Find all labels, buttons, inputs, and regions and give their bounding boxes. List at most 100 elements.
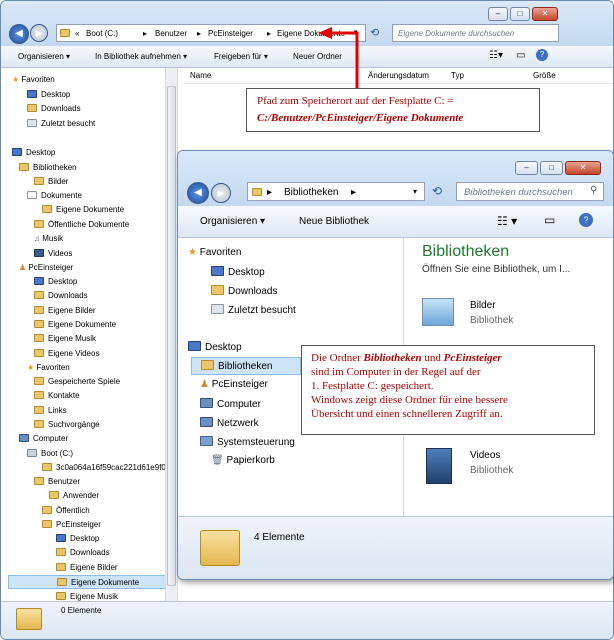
address-bar[interactable]: ▸ Bibliotheken ▸ ▾	[247, 182, 425, 201]
close-button[interactable]: ✕	[565, 161, 601, 175]
column-date[interactable]: Änderungsdatum	[368, 71, 429, 80]
links-icon	[34, 406, 44, 414]
videos-library-icon[interactable]	[426, 448, 452, 484]
folder-icon	[49, 491, 59, 499]
dropdown-icon[interactable]: ▾	[413, 187, 417, 196]
pictures-icon	[34, 177, 44, 185]
downloads-icon	[34, 291, 44, 299]
tree-item[interactable]: Downloads	[34, 291, 88, 300]
maximize-button[interactable]: □	[540, 161, 563, 175]
tree-desktop-root[interactable]: Desktop	[12, 148, 55, 157]
scrollbar-thumb[interactable]	[167, 86, 176, 586]
folder-icon	[60, 29, 70, 37]
tree-recent[interactable]: Zuletzt besucht	[27, 119, 95, 128]
tree-item[interactable]: Links	[34, 406, 67, 415]
share-button[interactable]: Freigeben für ▾	[214, 52, 268, 61]
tree-favoriten[interactable]: ★ Favoriten	[12, 75, 55, 84]
help-icon[interactable]: ?	[579, 213, 593, 227]
tree-item[interactable]: Öffentlich	[42, 506, 90, 515]
tree-item[interactable]: 3c0a064a16f59cac221d61e9f0	[42, 463, 166, 472]
minimize-button[interactable]: –	[515, 161, 538, 175]
tree-computer[interactable]: Computer	[200, 398, 261, 410]
pictures-library-icon[interactable]	[422, 298, 454, 326]
column-size[interactable]: Größe	[533, 71, 556, 80]
tree-label: Desktop	[205, 342, 242, 353]
crumb-benutzer[interactable]: Benutzer	[155, 29, 187, 38]
tree-item[interactable]: Eigene Dokumente	[34, 320, 116, 329]
annotation-text: Die Ordner	[311, 352, 364, 364]
tree-item[interactable]: Anwender	[49, 491, 99, 500]
tree-item[interactable]: Kontakte	[34, 391, 80, 400]
user-icon: ♟	[19, 263, 27, 272]
tree-item[interactable]: Suchvorgänge	[34, 420, 100, 429]
refresh-icon[interactable]: ⟲	[370, 26, 379, 39]
tree-scrollbar[interactable]	[165, 68, 177, 601]
tree-item[interactable]: ★ Favoriten	[27, 363, 70, 372]
tree-network[interactable]: Netzwerk	[200, 417, 259, 429]
help-icon[interactable]: ?	[536, 49, 548, 61]
forward-nav-button[interactable]: ▶	[211, 183, 231, 203]
tree-computer[interactable]: Computer	[19, 434, 68, 443]
search-input[interactable]: Eigene Dokumente durchsuchen	[392, 24, 559, 42]
tree-item[interactable]: Eigene Bilder	[56, 563, 118, 572]
preview-pane-icon[interactable]: ▭	[516, 50, 525, 61]
tree-benutzer[interactable]: Benutzer	[34, 477, 80, 486]
tree-videos[interactable]: Videos	[34, 249, 72, 258]
tree-item[interactable]: Downloads	[56, 548, 110, 557]
tree-item[interactable]: Eigene Bilder	[34, 306, 96, 315]
tree-item[interactable]: Eigene Videos	[34, 349, 99, 358]
tree-bilder[interactable]: Bilder	[34, 177, 68, 186]
tree-label: Eigene Bilder	[48, 306, 96, 315]
view-icon[interactable]: ☷ ▾	[497, 214, 517, 228]
add-to-library-button[interactable]: In Bibliothek aufnehmen ▾	[95, 52, 187, 61]
tree-selected-libraries[interactable]: Bibliotheken	[191, 357, 301, 375]
tree-desktop[interactable]: Desktop	[211, 266, 265, 278]
crumb-boot[interactable]: Boot (C:)	[86, 29, 118, 38]
close-button[interactable]: ✕	[532, 7, 558, 21]
tree-item[interactable]: Gespeicherte Spiele	[34, 377, 120, 386]
column-name[interactable]: Name	[190, 71, 211, 80]
tree-pceinsteiger[interactable]: ♟ PcEinsteiger	[200, 379, 268, 390]
back-nav-button[interactable]: ◀	[9, 24, 29, 44]
crumb-pceinsteiger[interactable]: PcEinsteiger	[208, 29, 253, 38]
organize-button[interactable]: Organisieren ▾	[18, 52, 70, 61]
tree-libraries[interactable]: Bibliotheken	[19, 163, 77, 172]
tree-desktop-root[interactable]: Desktop	[188, 341, 242, 353]
tree-boot-drive[interactable]: Boot (C:)	[27, 449, 73, 458]
column-type[interactable]: Typ	[451, 71, 464, 80]
crumb-libraries[interactable]: Bibliotheken	[284, 187, 338, 198]
view-icon[interactable]: ☷▾	[489, 50, 503, 61]
tree-public-documents[interactable]: Öffentliche Dokumente	[34, 220, 129, 229]
tree-favoriten[interactable]: ★ Favoriten	[188, 247, 241, 258]
tree-musik[interactable]: ♫ Musik	[34, 234, 63, 243]
search-input[interactable]: Bibliotheken durchsuchen ⚲	[456, 182, 604, 201]
back-nav-button[interactable]: ◀	[187, 182, 209, 204]
preview-pane-icon[interactable]: ▭	[544, 213, 555, 227]
tree-item[interactable]: Desktop	[56, 534, 99, 543]
maximize-button[interactable]: □	[510, 7, 530, 21]
new-library-button[interactable]: Neue Bibliothek	[299, 216, 369, 227]
forward-nav-button[interactable]: ▶	[30, 24, 48, 42]
tree-desktop[interactable]: Desktop	[27, 90, 70, 99]
organize-button[interactable]: Organisieren ▾	[200, 216, 265, 227]
tree-item[interactable]: Eigene Musik	[34, 334, 96, 343]
tree-control-panel[interactable]: Systemsteuerung	[200, 436, 295, 448]
tree-eigene-dokumente[interactable]: Eigene Dokumente	[42, 205, 124, 214]
minimize-button[interactable]: –	[488, 7, 508, 21]
tree-label: Eigene Dokumente	[56, 205, 125, 214]
tree-item[interactable]: PcEinsteiger	[42, 520, 101, 529]
library-item-name[interactable]: Videos	[470, 450, 500, 461]
tree-recent[interactable]: Zuletzt besucht	[211, 304, 296, 316]
library-item-name[interactable]: Bilder	[470, 300, 496, 311]
address-overflow[interactable]: «	[75, 29, 79, 38]
tree-downloads[interactable]: Downloads	[211, 285, 277, 297]
tree-label: Bilder	[48, 177, 69, 186]
refresh-icon[interactable]: ⟲	[432, 184, 442, 198]
tree-item[interactable]: Desktop	[34, 277, 77, 286]
tree-pceinsteiger[interactable]: ♟ PcEinsteiger	[19, 263, 73, 272]
tree-dokumente[interactable]: Dokumente	[27, 191, 82, 200]
tree-recycle-bin[interactable]: 🗑 Papierkorb	[211, 455, 275, 466]
tree-downloads[interactable]: Downloads	[27, 104, 81, 113]
tree-item[interactable]: Eigene Musik	[56, 592, 118, 601]
tree-selected-item[interactable]: Eigene Dokumente	[8, 575, 169, 589]
